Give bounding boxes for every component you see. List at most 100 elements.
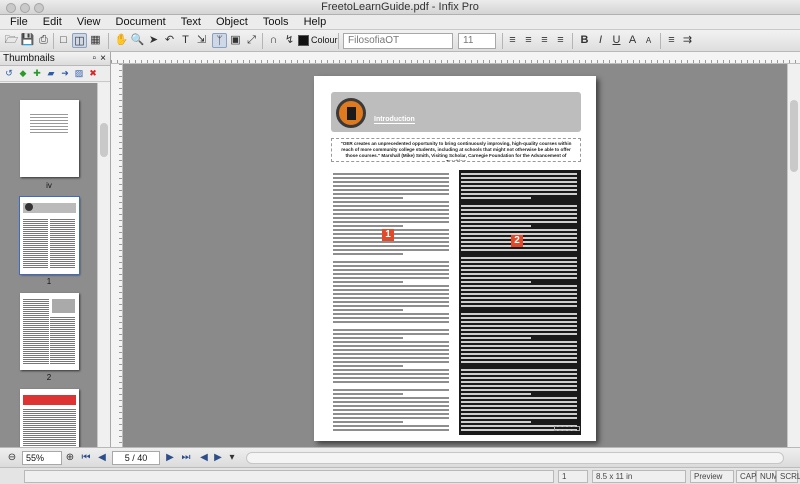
align-justify-icon[interactable]: ≡ (553, 33, 568, 48)
font-name-select[interactable]: FilosofiaOT (343, 33, 453, 49)
menu-help[interactable]: Help (298, 15, 333, 29)
text-column-2-selected[interactable] (459, 170, 581, 435)
align-right-icon[interactable]: ≡ (537, 33, 552, 48)
thumbnail-page[interactable] (20, 293, 79, 370)
close-window-button[interactable] (6, 3, 16, 13)
pull-quote[interactable]: "OER creates an unprecedented opportunit… (331, 138, 581, 162)
text-line (461, 409, 577, 411)
extract-page-icon[interactable]: ▨ (74, 68, 84, 78)
rotate-page-icon[interactable]: ↺ (4, 68, 14, 78)
magnet-icon[interactable]: ∩ (266, 33, 281, 48)
last-page-icon[interactable]: ⏭ (180, 451, 192, 465)
thumbnail-page-selected[interactable] (19, 196, 80, 275)
list-icon[interactable]: ≡ (664, 33, 679, 48)
zoom-out-icon[interactable]: ⊖ (6, 451, 18, 465)
align-center-icon[interactable]: ≡ (521, 33, 536, 48)
zoom-in-icon[interactable]: ⊕ (64, 451, 76, 465)
move-page-icon[interactable]: ➜ (60, 68, 70, 78)
first-page-icon[interactable]: ⏮ (80, 451, 92, 465)
page-layout-icon[interactable]: ▦ (88, 33, 103, 48)
menu-document[interactable]: Document (110, 15, 172, 29)
menu-view[interactable]: View (71, 15, 107, 29)
banner-title[interactable]: Introduction (374, 116, 415, 124)
facing-pages-view-icon[interactable]: ◫ (72, 33, 87, 48)
document-canvas[interactable]: Introduction "OER creates an unprecedent… (123, 64, 787, 447)
text-line (461, 269, 577, 271)
zoom-window-button[interactable] (34, 3, 44, 13)
canvas-vertical-scrollbar[interactable] (787, 64, 800, 447)
menu-arrow-icon[interactable]: ▾ (226, 451, 238, 465)
menu-object[interactable]: Object (210, 15, 254, 29)
print-icon[interactable]: ⎙ (36, 33, 51, 48)
thumbnail-page[interactable] (20, 100, 79, 177)
indent-icon[interactable]: ⇉ (680, 33, 695, 48)
select-arrow-icon[interactable]: ➤ (146, 33, 161, 48)
text-line (333, 365, 403, 367)
menu-tools[interactable]: Tools (257, 15, 295, 29)
menu-bar: File Edit View Document Text Object Tool… (0, 15, 800, 30)
rotate-icon[interactable]: ↶ (162, 33, 177, 48)
eyedropper-icon[interactable]: ↯ (282, 33, 297, 48)
superscript-button[interactable]: A (625, 33, 640, 48)
next-page-icon[interactable]: ▶ (164, 451, 176, 465)
crop-tool-icon[interactable]: ⤢ (244, 33, 259, 48)
underline-button[interactable]: U (609, 33, 624, 48)
zoom-tool-icon[interactable]: 🔍 (130, 33, 145, 48)
text-line (461, 337, 531, 339)
text-line (333, 189, 449, 191)
italic-button[interactable]: I (593, 33, 608, 48)
eraser-icon[interactable]: ▰ (46, 68, 56, 78)
text-line (461, 321, 577, 323)
text-line (461, 209, 577, 211)
font-size-select[interactable]: 11 (458, 33, 496, 49)
open-folder-icon[interactable]: 🗁 (4, 33, 19, 48)
bold-button[interactable]: B (577, 33, 592, 48)
subscript-button[interactable]: A (641, 33, 656, 48)
colour-label[interactable]: Colour (311, 35, 338, 45)
text-line (461, 357, 577, 359)
text-line (333, 181, 449, 183)
panel-close-icon[interactable]: × (100, 52, 106, 66)
single-page-view-icon[interactable]: □ (56, 33, 71, 48)
horizontal-ruler (111, 52, 800, 64)
add-page-icon[interactable]: ✚ (32, 68, 42, 78)
canvas-horizontal-scrollbar[interactable] (246, 452, 784, 464)
menu-edit[interactable]: Edit (37, 15, 68, 29)
text-line (333, 377, 449, 379)
text-edit-tool-icon[interactable]: ᛉ (212, 33, 227, 48)
text-line (461, 301, 577, 303)
text-line (333, 197, 403, 199)
text-line (333, 401, 449, 403)
panel-float-icon[interactable]: ▫ (92, 52, 96, 66)
minimize-window-button[interactable] (20, 3, 30, 13)
delete-page-icon[interactable]: ✖ (88, 68, 98, 78)
object-tool-icon[interactable]: ⇲ (194, 33, 209, 48)
thumbnail-page[interactable] (20, 389, 79, 447)
align-left-icon[interactable]: ≡ (505, 33, 520, 48)
insert-page-icon[interactable]: ◆ (18, 68, 28, 78)
text-column-1[interactable] (331, 170, 453, 435)
page-number-field[interactable]: 5 / 40 (112, 451, 160, 465)
forward-icon[interactable]: ▶ (212, 451, 224, 465)
page-size-indicator: 8.5 x 11 in (592, 470, 686, 483)
save-icon[interactable]: 💾 (20, 33, 35, 48)
image-tool-icon[interactable]: ▣ (228, 33, 243, 48)
hand-tool-icon[interactable]: ✋ (114, 33, 129, 48)
text-select-icon[interactable]: T (178, 33, 193, 48)
zoom-select[interactable]: 55% (22, 451, 62, 465)
text-line (333, 249, 449, 251)
previous-page-icon[interactable]: ◀ (96, 451, 108, 465)
thumbnail-scrollbar[interactable] (97, 83, 110, 447)
pdf-page[interactable]: Introduction "OER creates an unprecedent… (314, 76, 596, 441)
menu-text[interactable]: Text (175, 15, 207, 29)
text-line (333, 357, 449, 359)
text-line (461, 229, 577, 231)
text-line (333, 317, 449, 319)
back-icon[interactable]: ◀ (198, 451, 210, 465)
menu-file[interactable]: File (0, 15, 34, 29)
text-line (333, 201, 449, 203)
text-line (333, 241, 449, 243)
text-line (333, 281, 403, 283)
colour-swatch[interactable] (298, 35, 309, 46)
text-line (461, 369, 577, 371)
